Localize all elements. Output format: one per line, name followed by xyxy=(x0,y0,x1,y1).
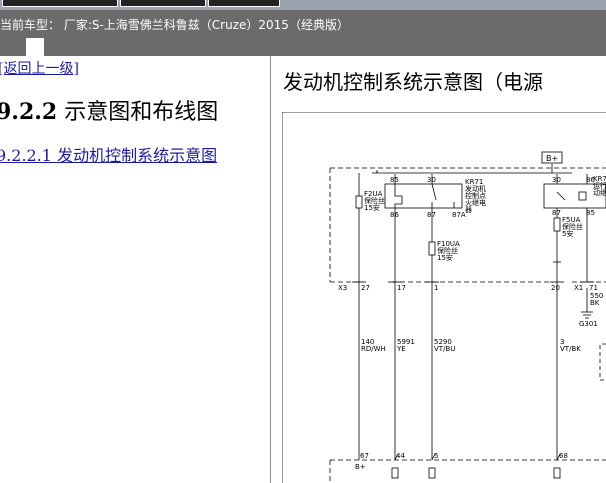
navigation-pane: [返回上一级] 9.2.2 示意图和布线图 9.2.2.1 发动机控制系统示意图 xyxy=(0,56,270,483)
pane-divider[interactable] xyxy=(270,56,271,483)
pin-label: 5 xyxy=(434,452,438,460)
fuse-2-body xyxy=(428,241,436,256)
pin-label: 87A xyxy=(452,211,466,219)
wire-3-label: VT/BU xyxy=(434,345,455,353)
ground-label: G301 xyxy=(579,320,598,328)
fuse-3-label: 5安 xyxy=(562,229,573,238)
ecm-box-outline xyxy=(329,459,606,483)
toolbar-button-1[interactable] xyxy=(2,0,118,7)
pin-label: 85 xyxy=(390,176,399,184)
wire-4-label: VT/BK xyxy=(560,345,581,353)
top-toolbar xyxy=(0,0,606,10)
section-number: 9.2.2 xyxy=(0,99,58,125)
bplus-top-label: B+ xyxy=(546,154,558,163)
pin-label: 87 xyxy=(552,209,561,217)
pin-label: 67 xyxy=(360,452,369,460)
wire-2-label: YE xyxy=(396,345,406,353)
pin-label: 44 xyxy=(396,452,405,460)
pin-label: 27 xyxy=(361,284,370,292)
pin-label: 30 xyxy=(427,176,436,184)
pin-label: 87 xyxy=(427,211,436,219)
vehicle-info-bar: 当前车型： 厂家:S-上海雪佛兰科鲁兹（Cruze）2015（经典版） xyxy=(0,10,606,56)
pin-label: 68 xyxy=(559,452,568,460)
pin-label: 86 xyxy=(390,211,399,219)
pin-label: 86 xyxy=(586,176,595,184)
connector-x3-label: X3 xyxy=(338,284,347,292)
bplus-bottom-label: B+ xyxy=(355,463,366,471)
relay-1-label: 器 xyxy=(465,206,472,214)
section-title: 示意图和布线图 xyxy=(64,100,219,125)
toolbar-button-3[interactable] xyxy=(208,0,280,7)
toolbar-button-2[interactable] xyxy=(120,0,206,7)
pin-label: 30 xyxy=(552,176,561,184)
wire-1-label: RD/WH xyxy=(361,345,386,353)
document-title: 发动机控制系统示意图（电源 xyxy=(283,70,543,94)
wire-gnd-label: BK xyxy=(590,299,600,307)
pin-label: 17 xyxy=(397,284,406,292)
vehicle-breadcrumb: 当前车型： 厂家:S-上海雪佛兰科鲁兹（Cruze）2015（经典版） xyxy=(0,18,349,32)
pin-label: 20 xyxy=(551,284,560,292)
connector-x1-label: X1 xyxy=(574,284,583,292)
pin-label: 85 xyxy=(586,209,595,217)
subsection-link[interactable]: 9.2.2.1 发动机控制系统示意图 xyxy=(0,142,217,166)
fuse-2-label: 15安 xyxy=(437,253,453,262)
back-link[interactable]: [返回上一级] xyxy=(0,58,79,78)
window-square-icon xyxy=(26,38,44,56)
pin-label: 71 xyxy=(589,284,598,292)
fuse-3-body xyxy=(553,217,561,232)
relay-2-label: 动继 xyxy=(593,188,606,197)
pin-label: 1 xyxy=(434,284,438,292)
wiring-diagram: B+ KR71 发动机 控制点 火继电 器 85 30 86 87 87A F2… xyxy=(282,112,606,483)
fuse-1-label: 15安 xyxy=(364,203,380,212)
section-heading: 9.2.2 示意图和布线图 xyxy=(0,94,218,126)
fuse-1-body xyxy=(355,195,363,209)
